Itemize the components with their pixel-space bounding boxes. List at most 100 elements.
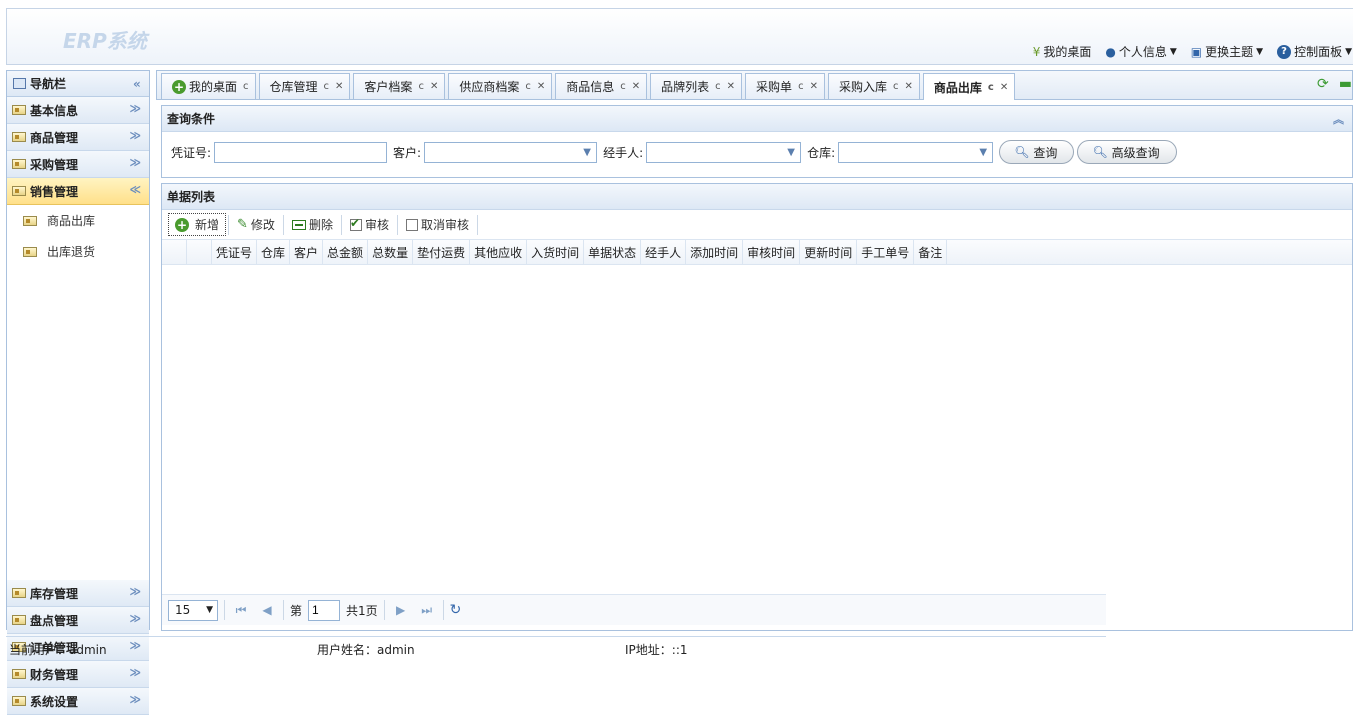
collapse-left-icon[interactable]: « xyxy=(133,77,141,91)
sidebar-group-finance[interactable]: 财务管理 ≫ xyxy=(7,661,149,688)
warehouse-label: 仓库: xyxy=(807,145,836,160)
close-icon[interactable]: ✕ xyxy=(727,81,735,92)
minimize-icon[interactable]: ▬ xyxy=(1339,76,1352,92)
sidebar-group-settings[interactable]: 系统设置 ≫ xyxy=(7,688,149,715)
tab-product-outbound[interactable]: 商品出库 c ✕ xyxy=(922,73,1016,100)
refresh-icon[interactable]: c xyxy=(798,81,804,92)
delete-button-label: 删除 xyxy=(308,218,333,232)
column-header[interactable]: 仓库 xyxy=(257,240,291,264)
refresh-icon[interactable]: c xyxy=(324,81,330,92)
tab-label: 品牌列表 xyxy=(661,80,710,94)
search-button[interactable]: 🔍︎ 查询 xyxy=(999,140,1075,164)
plus-icon: + xyxy=(175,217,189,232)
handler-select[interactable]: ▼ xyxy=(646,141,802,163)
column-header[interactable]: 客户 xyxy=(290,240,324,264)
close-icon[interactable]: ✕ xyxy=(632,81,640,92)
page-number-input[interactable] xyxy=(308,599,341,621)
column-header[interactable]: 凭证号 xyxy=(212,240,258,264)
tab-label: 采购入库 xyxy=(838,80,887,94)
user-icon: ● xyxy=(1105,44,1116,59)
column-header[interactable]: 更新时间 xyxy=(800,240,858,264)
column-header[interactable]: 其他应收 xyxy=(470,240,528,264)
topnav-profile[interactable]: ● 个人信息 ▼ xyxy=(1105,43,1176,60)
sidebar-group-product[interactable]: 商品管理 ≫ xyxy=(7,124,149,151)
first-page-icon[interactable]: ⏮︎ xyxy=(231,603,251,618)
toolbar-separator xyxy=(476,214,478,235)
reload-icon[interactable]: ⟳ xyxy=(1317,76,1329,92)
collapse-up-icon[interactable]: ︽ xyxy=(1333,111,1344,127)
page-size-value: 15 xyxy=(175,603,191,617)
sidebar-group-label: 库存管理 xyxy=(30,586,79,601)
tab-purchase-inbound[interactable]: 采购入库 c ✕ xyxy=(827,73,920,99)
window-icon xyxy=(13,78,26,89)
column-header[interactable]: 单据状态 xyxy=(584,240,642,264)
chevron-down-icon: ≫ xyxy=(129,156,141,169)
user-name: 用户姓名：admin xyxy=(317,643,415,657)
tab-products[interactable]: 商品信息 c ✕ xyxy=(555,73,648,99)
customer-label: 客户: xyxy=(393,145,422,160)
topnav-theme[interactable]: ▣ 更换主题 ▼ xyxy=(1191,43,1263,60)
list-toolbar: + 新增 ✎ 修改 删除 审核 取消审核 xyxy=(162,210,1352,240)
sidebar-group-basic-info[interactable]: 基本信息 ≫ xyxy=(7,97,149,124)
document-icon xyxy=(23,246,37,257)
tab-warehouse[interactable]: 仓库管理 c ✕ xyxy=(258,73,351,99)
refresh-icon[interactable]: c xyxy=(893,81,899,92)
row-number-column xyxy=(162,240,187,264)
sidebar-blank-area xyxy=(7,267,149,580)
refresh-icon[interactable]: ↻ xyxy=(450,602,462,618)
column-header[interactable]: 手工单号 xyxy=(857,240,915,264)
tab-suppliers[interactable]: 供应商档案 c ✕ xyxy=(448,73,553,99)
tab-brands[interactable]: 品牌列表 c ✕ xyxy=(650,73,743,99)
column-header[interactable]: 添加时间 xyxy=(686,240,744,264)
delete-button[interactable]: 删除 xyxy=(286,214,339,235)
close-icon[interactable]: ✕ xyxy=(430,81,438,92)
column-header[interactable]: 备注 xyxy=(914,240,948,264)
refresh-icon[interactable]: c xyxy=(243,81,249,92)
document-icon xyxy=(23,215,37,226)
tab-desktop[interactable]: + 我的桌面 c xyxy=(161,73,256,99)
column-header[interactable]: 垫付运费 xyxy=(413,240,471,264)
topnav-control-panel[interactable]: ? 控制面板 ▼ xyxy=(1277,43,1352,60)
sidebar-item-outbound-return[interactable]: 出库退货 xyxy=(7,236,149,267)
topnav-desktop[interactable]: ¥ 我的桌面 xyxy=(1033,43,1092,60)
refresh-icon[interactable]: c xyxy=(988,82,994,93)
refresh-icon[interactable]: c xyxy=(620,81,626,92)
close-icon[interactable]: ✕ xyxy=(335,81,343,92)
tab-purchase-order[interactable]: 采购单 c ✕ xyxy=(745,73,825,99)
page-size-select[interactable]: 15 ▼ xyxy=(168,599,218,621)
add-button[interactable]: + 新增 xyxy=(168,213,227,236)
customer-select[interactable]: ▼ xyxy=(424,141,598,163)
sidebar-group-label: 财务管理 xyxy=(30,667,79,682)
close-icon[interactable]: ✕ xyxy=(810,81,818,92)
last-page-icon[interactable]: ⏭︎ xyxy=(417,603,437,618)
chevron-down-icon: ≫ xyxy=(129,129,141,142)
sidebar-group-sales[interactable]: 销售管理 ≪ xyxy=(7,178,149,205)
tab-label: 商品出库 xyxy=(933,80,982,95)
refresh-icon[interactable]: c xyxy=(525,81,531,92)
refresh-icon[interactable]: c xyxy=(715,81,721,92)
tab-customers[interactable]: 客户档案 c ✕ xyxy=(353,73,446,99)
sidebar-item-outbound[interactable]: 商品出库 xyxy=(7,205,149,236)
edit-button[interactable]: ✎ 修改 xyxy=(231,214,281,235)
unapprove-button[interactable]: 取消审核 xyxy=(400,214,475,235)
close-icon[interactable]: ✕ xyxy=(1000,82,1008,93)
column-header[interactable]: 经手人 xyxy=(641,240,687,264)
column-header[interactable]: 总数量 xyxy=(368,240,414,264)
prev-page-icon[interactable]: ◀ xyxy=(257,603,277,617)
column-header[interactable]: 入货时间 xyxy=(527,240,585,264)
warehouse-select[interactable]: ▼ xyxy=(838,141,994,163)
sidebar-group-inventory[interactable]: 库存管理 ≫ xyxy=(7,580,149,607)
next-page-icon[interactable]: ▶ xyxy=(391,603,411,617)
column-header[interactable]: 总金额 xyxy=(323,240,369,264)
select-column[interactable] xyxy=(187,240,212,264)
close-icon[interactable]: ✕ xyxy=(904,81,912,92)
sidebar-group-purchase[interactable]: 采购管理 ≫ xyxy=(7,151,149,178)
advanced-search-button[interactable]: 🔍︎ 高级查询 xyxy=(1077,140,1177,164)
close-icon[interactable]: ✕ xyxy=(537,81,545,92)
voucher-input[interactable] xyxy=(214,141,388,163)
approve-button[interactable]: 审核 xyxy=(344,214,395,235)
pagination: 15 ▼ ⏮︎ ◀ 第 共1页 ▶ ⏭︎ ↻ xyxy=(162,594,1106,625)
sidebar-group-stocktake[interactable]: 盘点管理 ≫ xyxy=(7,607,149,634)
refresh-icon[interactable]: c xyxy=(418,81,424,92)
column-header[interactable]: 审核时间 xyxy=(743,240,801,264)
